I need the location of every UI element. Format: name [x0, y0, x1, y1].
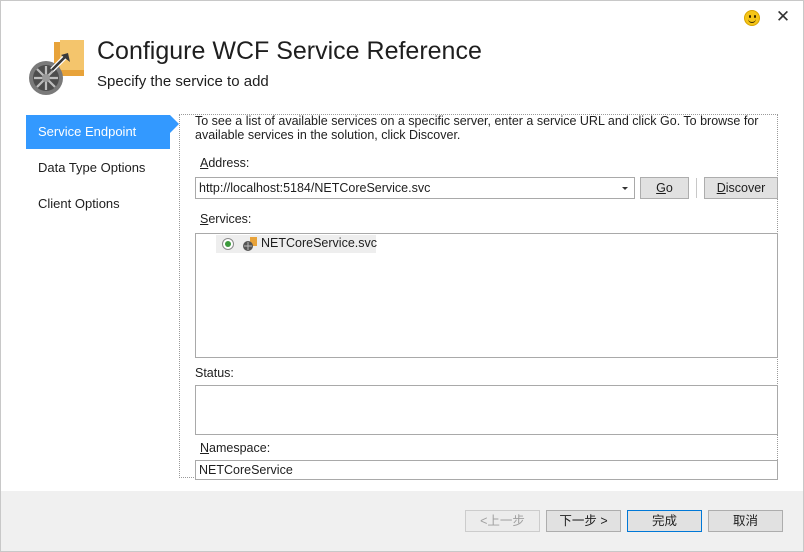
namespace-label-text: amespace:: [209, 441, 271, 455]
nav-item-client-options[interactable]: Client Options: [26, 187, 170, 221]
discover-button-accesskey: D: [716, 181, 726, 195]
smiley-icon[interactable]: [744, 10, 760, 26]
service-icon: [243, 237, 257, 251]
namespace-label: Namespace:: [200, 441, 270, 455]
nav-item-data-type-options[interactable]: Data Type Options: [26, 151, 170, 185]
address-label: Address:: [200, 156, 249, 170]
chevron-down-icon[interactable]: [618, 179, 632, 197]
nav-selection-arrow: [170, 115, 179, 133]
previous-button[interactable]: <上一步: [465, 510, 540, 532]
address-label-text: ddress:: [208, 156, 250, 170]
instructions-text: To see a list of available services on a…: [195, 114, 759, 142]
address-combobox[interactable]: http://localhost:5184/NETCoreService.svc: [195, 177, 635, 199]
services-tree[interactable]: NETCoreService.svc: [195, 233, 778, 358]
cancel-button[interactable]: 取消: [708, 510, 783, 532]
namespace-field[interactable]: NETCoreService: [195, 460, 778, 480]
address-input[interactable]: http://localhost:5184/NETCoreService.svc: [199, 181, 430, 195]
page-subtitle: Specify the service to add: [97, 73, 269, 90]
go-button-accesskey: G: [656, 181, 666, 195]
service-item-label: NETCoreService.svc: [261, 236, 377, 250]
list-item[interactable]: NETCoreService.svc: [216, 235, 377, 253]
namespace-input[interactable]: NETCoreService: [199, 463, 293, 477]
go-button[interactable]: Go: [640, 177, 689, 199]
discover-button[interactable]: Discover: [704, 177, 778, 199]
go-button-text: o: [665, 181, 673, 195]
next-button[interactable]: 下一步 >: [546, 510, 621, 532]
namespace-label-accesskey: N: [200, 441, 210, 455]
status-box: [195, 385, 778, 435]
status-label: Status:: [195, 366, 234, 380]
services-label-text: ervices:: [208, 212, 252, 226]
wcf-service-reference-icon: [29, 40, 84, 95]
button-separator: [696, 178, 697, 198]
services-label: Services:: [200, 212, 251, 226]
finish-button[interactable]: 完成: [627, 510, 702, 532]
nav-item-service-endpoint[interactable]: Service Endpoint: [26, 115, 170, 149]
discover-button-text: iscover: [725, 181, 766, 195]
radio-selected-icon[interactable]: [222, 238, 234, 250]
page-title: Configure WCF Service Reference: [97, 37, 482, 65]
close-button[interactable]: ✕: [774, 8, 792, 26]
